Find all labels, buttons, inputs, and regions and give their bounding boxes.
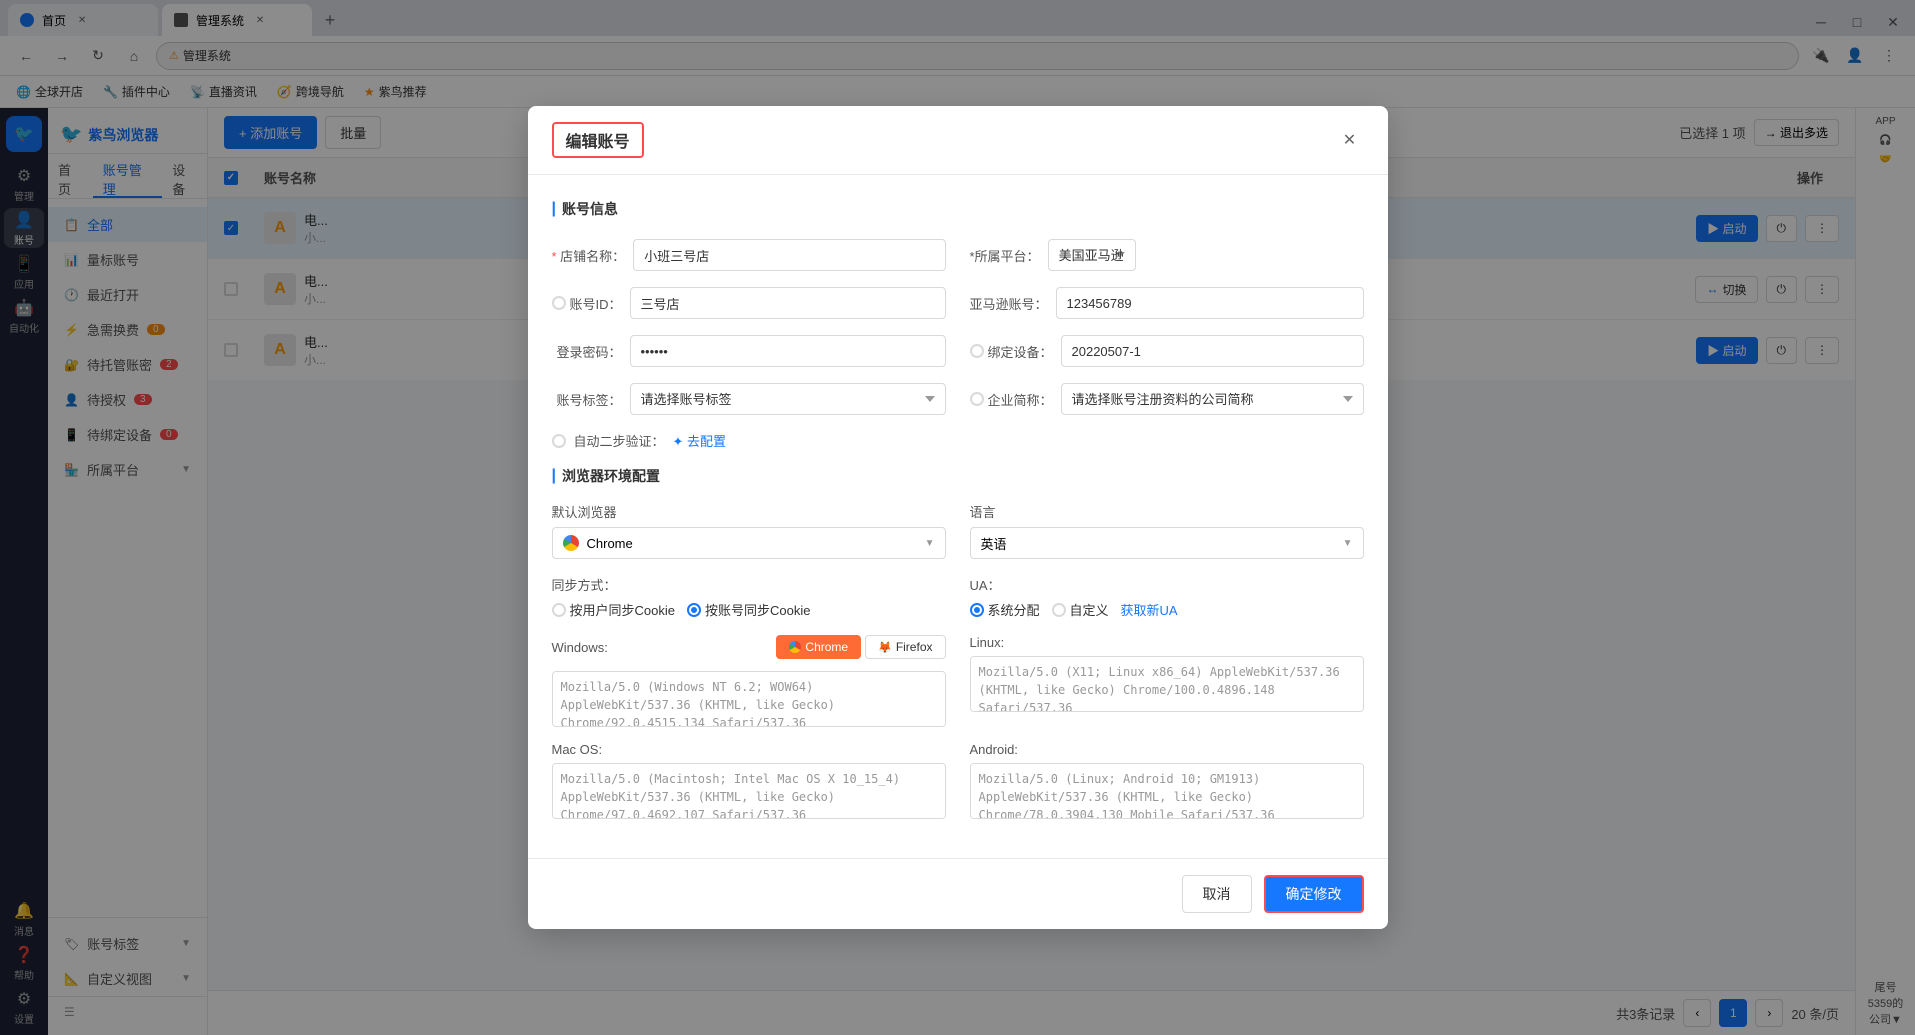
account-tag-select-wrap: 请选择账号标签: [630, 383, 946, 415]
cancel-button[interactable]: 取消: [1182, 875, 1252, 913]
windows-ua-col: Windows: Chrome 🦊 Firefox: [552, 635, 946, 730]
linux-ua-textarea[interactable]: Mozilla/5.0 (X11; Linux x86_64) AppleWeb…: [970, 656, 1364, 712]
account-id-radio[interactable]: [552, 296, 566, 310]
form-item-company: 企业简称： 请选择账号注册资料的公司简称: [970, 383, 1364, 415]
amazon-account-input[interactable]: [1056, 287, 1364, 319]
company-select-wrap: 请选择账号注册资料的公司简称: [1061, 383, 1364, 415]
two-step-radio-dot: [552, 434, 566, 448]
platform-label: *所属平台：: [970, 246, 1040, 265]
windows-firefox-btn[interactable]: 🦊 Firefox: [865, 635, 945, 659]
company-radio[interactable]: [970, 392, 984, 406]
windows-chrome-btn[interactable]: Chrome: [776, 635, 861, 659]
bind-device-label: 绑定设备：: [988, 342, 1053, 361]
ua-textarea-row-1: Windows: Chrome 🦊 Firefox: [552, 635, 1364, 730]
confirm-button[interactable]: 确定修改: [1264, 875, 1364, 913]
form-row-1: 店铺名称： *所属平台： 美国亚马逊: [552, 239, 1364, 271]
form-row-2: 账号ID： 亚马逊账号：: [552, 287, 1364, 319]
platform-select-wrap: 美国亚马逊: [1048, 239, 1364, 271]
lang-select-display[interactable]: 英语 ▼: [970, 527, 1364, 559]
browser-env-section-title: 浏览器环境配置: [552, 466, 1364, 486]
form-item-account-id: 账号ID：: [552, 287, 946, 319]
ua-label: UA：: [970, 578, 1001, 593]
shop-name-input[interactable]: [633, 239, 945, 271]
account-id-label: 账号ID：: [570, 294, 622, 313]
two-step-label: 自动二步验证：: [574, 431, 665, 450]
password-label: 登录密码：: [552, 342, 622, 361]
sync-col: 同步方式： 按用户同步Cookie 按账号同步Cookie: [552, 575, 946, 619]
browser-select-arrow: ▼: [925, 538, 935, 549]
form-item-shop-name: 店铺名称：: [552, 239, 946, 271]
company-label: 企业简称：: [988, 390, 1053, 409]
platform-select[interactable]: 美国亚马逊: [1048, 239, 1136, 271]
windows-label: Windows:: [552, 640, 608, 655]
modal-close-button[interactable]: ✕: [1336, 126, 1364, 154]
company-radio-dot: [970, 392, 984, 406]
linux-ua-col: Linux: Mozilla/5.0 (X11; Linux x86_64) A…: [970, 635, 1364, 730]
browser-lang-row: 默认浏览器 Chrome ▼ 语言 英语 ▼: [552, 502, 1364, 559]
modal-header: 编辑账号 ✕: [528, 106, 1388, 175]
bind-device-radio[interactable]: [970, 344, 984, 358]
two-step-row: 自动二步验证： ✦ 去配置: [552, 431, 1364, 450]
modal-footer: 取消 确定修改: [528, 858, 1388, 929]
default-browser-label: 默认浏览器: [552, 502, 946, 521]
macos-ua-textarea[interactable]: Mozilla/5.0 (Macintosh; Intel Mac OS X 1…: [552, 763, 946, 819]
form-item-password: 登录密码：: [552, 335, 946, 367]
account-id-radio-dot: [552, 296, 566, 310]
modal-body: 账号信息 店铺名称： *所属平台： 美国亚马逊: [528, 175, 1388, 858]
chrome-icon: [563, 535, 579, 551]
ua-options: 系统分配 自定义 获取新UA: [970, 600, 1364, 619]
macos-label: Mac OS:: [552, 742, 603, 757]
lang-label: 语言: [970, 502, 1364, 521]
form-row-4: 账号标签： 请选择账号标签 企业简称：: [552, 383, 1364, 415]
ua-textarea-row-2: Mac OS: Mozilla/5.0 (Macintosh; Intel Ma…: [552, 742, 1364, 822]
form-item-platform: *所属平台： 美国亚马逊: [970, 239, 1364, 271]
company-select[interactable]: 请选择账号注册资料的公司简称: [1061, 383, 1364, 415]
android-label: Android:: [970, 742, 1018, 757]
default-browser-col: 默认浏览器 Chrome ▼: [552, 502, 946, 559]
lang-col: 语言 英语 ▼: [970, 502, 1364, 559]
sync-ua-row: 同步方式： 按用户同步Cookie 按账号同步Cookie: [552, 575, 1364, 619]
sync-user-radio-dot: [552, 603, 566, 617]
bind-device-input[interactable]: [1061, 335, 1364, 367]
android-ua-textarea[interactable]: Mozilla/5.0 (Linux; Android 10; GM1913) …: [970, 763, 1364, 819]
sync-account-radio[interactable]: 按账号同步Cookie: [687, 600, 810, 619]
sync-label: 同步方式：: [552, 578, 617, 593]
two-step-config-link[interactable]: ✦ 去配置: [673, 431, 727, 450]
modal-title: 编辑账号: [552, 122, 644, 158]
edit-account-modal: 编辑账号 ✕ 账号信息 店铺名称： *所属平台： 美国亚马逊: [528, 106, 1388, 929]
macos-ua-col: Mac OS: Mozilla/5.0 (Macintosh; Intel Ma…: [552, 742, 946, 822]
form-item-amazon-account: 亚马逊账号：: [970, 287, 1364, 319]
ua-system-radio[interactable]: 系统分配: [970, 600, 1040, 619]
modal-overlay: 编辑账号 ✕ 账号信息 店铺名称： *所属平台： 美国亚马逊: [0, 0, 1915, 1035]
form-row-3: 登录密码： 绑定设备：: [552, 335, 1364, 367]
two-step-radio[interactable]: [552, 434, 566, 448]
get-new-ua-link[interactable]: 获取新UA: [1121, 600, 1178, 619]
browser-env-section: 浏览器环境配置 默认浏览器 Chrome ▼ 语言 英语: [552, 466, 1364, 822]
password-input[interactable]: [630, 335, 946, 367]
form-item-bind-device: 绑定设备：: [970, 335, 1364, 367]
sync-account-radio-dot: [687, 603, 701, 617]
windows-ua-textarea[interactable]: Mozilla/5.0 (Windows NT 6.2; WOW64) Appl…: [552, 671, 946, 727]
android-ua-col: Android: Mozilla/5.0 (Linux; Android 10;…: [970, 742, 1364, 822]
sync-user-radio[interactable]: 按用户同步Cookie: [552, 600, 675, 619]
form-item-account-tag: 账号标签： 请选择账号标签: [552, 383, 946, 415]
amazon-account-label: 亚马逊账号：: [970, 294, 1048, 313]
account-id-input[interactable]: [630, 287, 946, 319]
account-tag-select[interactable]: 请选择账号标签: [630, 383, 946, 415]
ua-col: UA： 系统分配 自定义 获取新UA: [970, 575, 1364, 619]
account-tag-label: 账号标签：: [552, 390, 622, 409]
linux-label: Linux:: [970, 635, 1005, 650]
chrome-btn-icon: [789, 641, 801, 653]
browser-select-display[interactable]: Chrome ▼: [552, 527, 946, 559]
account-info-section-title: 账号信息: [552, 199, 1364, 219]
bind-device-radio-dot: [970, 344, 984, 358]
ua-custom-radio[interactable]: 自定义: [1052, 600, 1109, 619]
windows-ua-buttons: Chrome 🦊 Firefox: [776, 635, 945, 659]
ua-system-radio-dot: [970, 603, 984, 617]
sync-options: 按用户同步Cookie 按账号同步Cookie: [552, 600, 946, 619]
shop-name-label: 店铺名称：: [552, 246, 626, 265]
ua-custom-radio-dot: [1052, 603, 1066, 617]
lang-select-arrow: ▼: [1343, 538, 1353, 549]
